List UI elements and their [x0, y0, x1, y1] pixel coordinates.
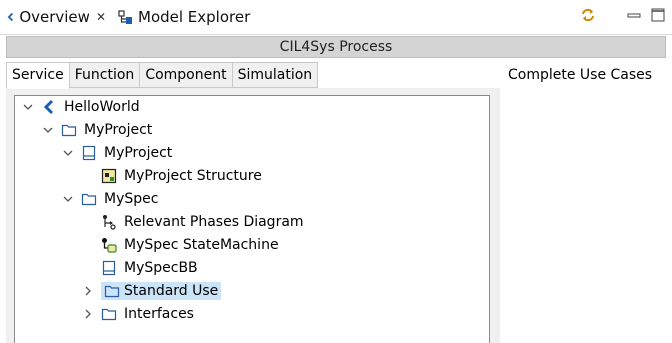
- tree-item-label: MyProject: [104, 145, 173, 161]
- chevron-down-icon[interactable]: [61, 146, 75, 160]
- chevron-right-icon[interactable]: [81, 307, 95, 321]
- tree-item-myspec-folder[interactable]: MySpec: [61, 188, 161, 210]
- phases-diagram-icon: [103, 215, 116, 230]
- tab-model-explorer-label: Model Explorer: [138, 7, 251, 26]
- state-machine-icon: [102, 238, 117, 253]
- process-tabs: Service Function Component Simulation: [6, 62, 319, 89]
- tree-item-label: HelloWorld: [64, 99, 140, 115]
- tab-overview-label: Overview: [19, 7, 90, 26]
- sync-icon[interactable]: [580, 7, 596, 23]
- tab-component[interactable]: Component: [140, 62, 233, 88]
- maximize-icon[interactable]: [650, 7, 666, 23]
- chevron-right-icon[interactable]: [81, 284, 95, 298]
- view-tab-bar: Overview ✕ Model Explorer: [0, 0, 672, 35]
- tree-item-myspecbb[interactable]: MySpecBB: [101, 257, 201, 279]
- tab-service[interactable]: Service: [6, 62, 70, 89]
- package-icon: [82, 145, 96, 161]
- chevron-down-icon[interactable]: [21, 100, 35, 114]
- model-tree[interactable]: HelloWorld MyProject MyProject MyProject…: [14, 95, 490, 343]
- tree-item-label: MySpec: [104, 191, 159, 207]
- overview-icon: [7, 12, 14, 21]
- minimize-icon[interactable]: [626, 7, 642, 23]
- package-icon: [102, 260, 116, 276]
- tree-item-label: Interfaces: [124, 306, 194, 322]
- tree-item-label: MySpecBB: [124, 260, 198, 276]
- structure-diagram-icon: [101, 168, 117, 184]
- tree-item-myproject-structure[interactable]: MyProject Structure: [101, 165, 265, 187]
- tree-item-label: MySpec StateMachine: [124, 237, 279, 253]
- chevron-down-icon[interactable]: [61, 192, 75, 206]
- use-cases-panel: Complete Use Cases: [500, 60, 672, 343]
- model-explorer-icon: [118, 9, 132, 24]
- tab-overview[interactable]: Overview ✕: [0, 0, 106, 33]
- tree-item-selection: Standard Use: [101, 282, 222, 300]
- tree-item-relevant-phases-diagram[interactable]: Relevant Phases Diagram: [101, 211, 307, 233]
- tree-item-myproject-folder[interactable]: MyProject: [41, 119, 155, 141]
- process-title-bar: CIL4Sys Process: [6, 36, 666, 58]
- chevron-down-icon[interactable]: [41, 123, 55, 137]
- project-root-icon: [43, 99, 54, 115]
- close-icon[interactable]: ✕: [96, 10, 106, 24]
- tree-item-myproject-package[interactable]: MyProject: [61, 142, 175, 164]
- tree-item-standard-use[interactable]: Standard Use: [81, 280, 222, 302]
- tree-item-label: Relevant Phases Diagram: [124, 214, 304, 230]
- complete-use-cases-label: Complete Use Cases: [508, 67, 653, 83]
- tab-simulation[interactable]: Simulation: [232, 62, 319, 88]
- tree-item-label: Standard Use: [124, 283, 219, 299]
- folder-icon: [61, 124, 77, 137]
- folder-icon: [104, 285, 120, 298]
- tree-item-helloworld[interactable]: HelloWorld: [21, 96, 143, 118]
- folder-icon: [101, 308, 117, 321]
- tab-function[interactable]: Function: [69, 62, 141, 88]
- tree-item-myspec-statemachine[interactable]: MySpec StateMachine: [101, 234, 282, 256]
- folder-icon: [81, 193, 97, 206]
- tree-item-label: MyProject Structure: [124, 168, 262, 184]
- tree-item-label: MyProject: [84, 122, 153, 138]
- tab-model-explorer[interactable]: Model Explorer: [112, 0, 250, 33]
- tree-item-interfaces[interactable]: Interfaces: [81, 303, 197, 325]
